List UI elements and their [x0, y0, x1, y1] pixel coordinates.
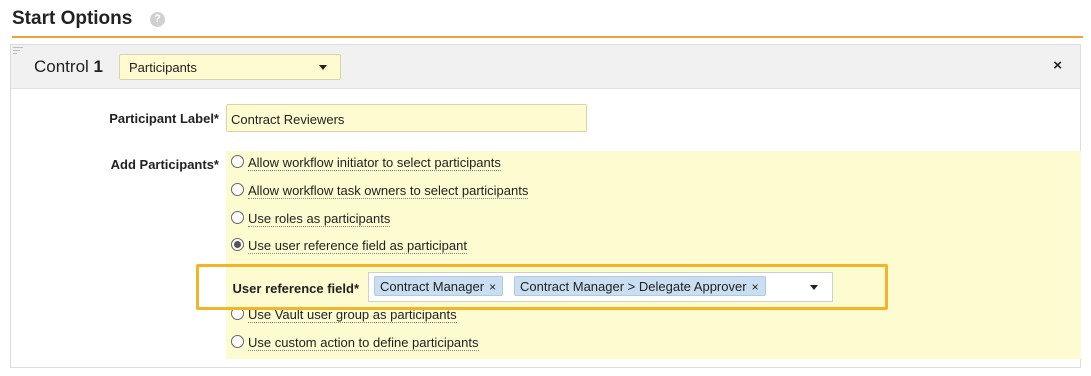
control-number: 1 — [93, 57, 104, 76]
radio-button[interactable] — [231, 155, 244, 168]
token-label: Contract Manager — [380, 279, 485, 294]
control-type-value: Participants — [129, 60, 197, 75]
radio-label: Use user reference field as participant — [248, 238, 467, 254]
user-reference-field-select[interactable]: Contract Manager × Contract Manager > Del… — [368, 272, 833, 302]
radio-label: Allow workflow task owners to select par… — [248, 183, 529, 199]
token-label: Contract Manager > Delegate Approver — [520, 279, 747, 294]
radio-label: Use custom action to define participants — [248, 335, 479, 351]
help-icon[interactable]: ? — [150, 12, 165, 27]
radio-button-selected[interactable] — [231, 238, 244, 251]
add-participants-label: Add Participants* — [110, 157, 219, 172]
section-title: Start Options — [12, 8, 133, 29]
token-contract-manager: Contract Manager × — [374, 276, 504, 296]
control-panel: Control 1 Participants × Participant Lab… — [10, 44, 1081, 368]
close-icon[interactable]: × — [1053, 57, 1062, 74]
drag-handle-icon[interactable] — [13, 47, 23, 57]
radio-label: Use Vault user group as participants — [248, 307, 457, 323]
caret-down-icon[interactable] — [810, 285, 818, 290]
control-label-prefix: Control — [34, 57, 89, 76]
remove-token-icon[interactable]: × — [752, 280, 759, 294]
token-delegate-approver: Contract Manager > Delegate Approver × — [514, 276, 766, 296]
radio-label: Use roles as participants — [248, 211, 391, 227]
control-header: Control 1 Participants × — [11, 45, 1080, 89]
participant-label-label: Participant Label* — [109, 111, 219, 126]
caret-down-icon — [319, 65, 327, 70]
radio-button[interactable] — [231, 335, 244, 348]
section-header: Start Options ? — [12, 6, 1083, 38]
participant-label-input[interactable]: Contract Reviewers — [226, 104, 587, 132]
radio-label: Allow workflow initiator to select parti… — [248, 155, 501, 171]
control-label: Control 1 — [34, 57, 103, 77]
remove-token-icon[interactable]: × — [489, 280, 496, 294]
control-type-select[interactable]: Participants — [119, 54, 341, 80]
add-participants-options: Allow workflow initiator to select parti… — [226, 151, 1081, 359]
user-reference-field-label: User reference field* — [232, 281, 359, 296]
radio-button[interactable] — [231, 183, 244, 196]
radio-button[interactable] — [231, 211, 244, 224]
